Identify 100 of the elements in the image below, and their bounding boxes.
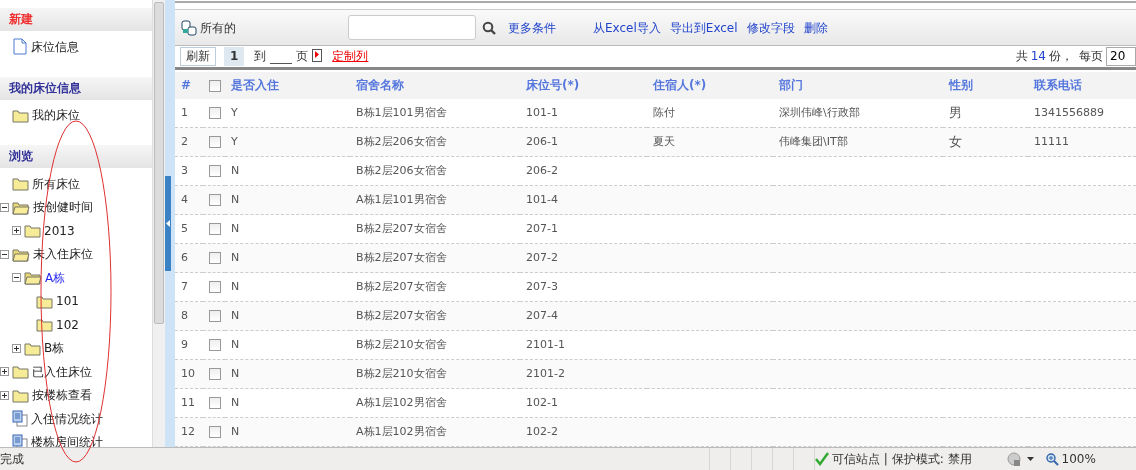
table-cell: B栋2层206女宿舍 [356, 134, 447, 148]
zoom-level[interactable]: 100% [1061, 450, 1096, 468]
section-header: 新建 [0, 8, 152, 31]
row-number: 1 [181, 105, 188, 119]
table-cell: 206-2 [526, 163, 558, 177]
table-cell: 207-2 [526, 250, 558, 264]
row-checkbox[interactable] [209, 338, 221, 351]
table-cell: 207-1 [526, 221, 558, 235]
total-count: 14 [1030, 48, 1046, 66]
go-icon[interactable] [312, 49, 323, 63]
zoom-icon [1045, 452, 1059, 466]
table-cell: N [231, 366, 240, 380]
view-label[interactable]: 所有的 [200, 18, 236, 37]
splitter-bar[interactable] [165, 0, 175, 447]
row-checkbox[interactable] [209, 280, 221, 293]
row-checkbox[interactable] [209, 164, 221, 177]
table-cell: Y [231, 134, 238, 148]
collapse-toggle[interactable] [0, 249, 9, 259]
toolbar-link[interactable]: 导出到Excel [669, 18, 738, 37]
expand-toggle[interactable] [12, 343, 21, 353]
row-checkbox[interactable] [209, 309, 221, 322]
tree-item[interactable]: 床位信息 [31, 37, 79, 56]
row-checkbox[interactable] [209, 193, 221, 206]
select-all-checkbox[interactable] [209, 79, 221, 92]
column-header[interactable]: 是否入住 [225, 71, 350, 99]
table-cell: B栋2层206女宿舍 [356, 163, 447, 177]
row-checkbox[interactable] [209, 135, 221, 148]
tree-item[interactable]: 已入住床位 [32, 362, 92, 381]
table-cell: N [231, 337, 240, 351]
scrollbar-thumb[interactable] [154, 2, 164, 324]
tree-item[interactable]: B栋 [44, 339, 65, 358]
table-cell: B栋2层207女宿舍 [356, 279, 447, 293]
row-checkbox[interactable] [209, 222, 221, 235]
toolbar-link[interactable]: 更多条件 [508, 18, 556, 37]
page-number[interactable]: 1 [224, 46, 245, 66]
row-checkbox[interactable] [209, 251, 221, 264]
toolbar-link[interactable]: 修改字段 [746, 18, 795, 37]
table-cell: Y [231, 105, 238, 119]
document-icon [12, 38, 28, 56]
table-cell: 2101-1 [526, 337, 565, 351]
customize-columns-link[interactable]: 定制列 [332, 47, 369, 66]
search-field[interactable] [348, 15, 476, 40]
table-cell: 2101-2 [526, 366, 565, 380]
row-checkbox[interactable] [209, 106, 221, 119]
row-number: 2 [181, 134, 188, 148]
table-cell: 102-2 [526, 424, 558, 438]
toolbar-link[interactable]: 删除 [803, 18, 828, 37]
tree-item[interactable]: 所有床位 [32, 174, 80, 193]
folder-icon [12, 364, 29, 380]
tree-item[interactable]: 按楼栋查看 [32, 386, 92, 405]
table-cell: 女 [949, 134, 962, 150]
row-checkbox[interactable] [209, 425, 221, 438]
column-header[interactable]: 性别 [943, 71, 1028, 99]
column-header[interactable]: 床位号(*) [520, 71, 647, 99]
tree-item[interactable]: 我的床位 [32, 106, 80, 125]
expand-toggle[interactable] [0, 367, 9, 377]
table-cell: 深圳伟峰\行政部 [779, 105, 860, 119]
row-number: 3 [181, 163, 188, 177]
expand-toggle[interactable] [12, 226, 21, 236]
total-unit: 份， [1049, 48, 1073, 66]
goto-label: 到 [254, 48, 267, 66]
column-header[interactable]: 部门 [773, 71, 943, 99]
security-zone-text: 可信站点 | 保护模式: 禁用 [832, 451, 972, 468]
tree-item[interactable]: 入住情况统计 [31, 409, 103, 428]
tree-item[interactable]: 按创健时间 [33, 198, 93, 217]
collapse-toggle[interactable] [12, 273, 21, 283]
section-header: 我的床位信息 [0, 76, 152, 100]
row-checkbox[interactable] [209, 396, 221, 409]
table-cell: 206-1 [526, 134, 558, 148]
table-cell: B栋2层207女宿舍 [356, 221, 447, 235]
refresh-button[interactable]: 刷新 [180, 46, 216, 66]
collapse-handle[interactable] [165, 176, 171, 271]
tree-item[interactable]: 102 [56, 315, 79, 334]
column-header[interactable]: 联系电话 [1028, 71, 1136, 99]
table-cell: N [231, 163, 240, 177]
report-icon [12, 410, 28, 428]
expand-toggle[interactable] [0, 390, 9, 400]
row-number: 8 [181, 308, 188, 322]
table-cell: B栋2层207女宿舍 [356, 308, 447, 322]
column-header[interactable]: # [175, 71, 203, 99]
table-cell: 夏天 [653, 134, 675, 148]
folder-icon [24, 223, 41, 239]
tree-item[interactable]: A栋 [45, 268, 66, 287]
table-cell: 101-4 [526, 192, 558, 206]
folder-icon [12, 176, 29, 192]
collapse-toggle[interactable] [0, 202, 9, 212]
per-page-field[interactable]: 20 [1106, 46, 1136, 66]
tree-item[interactable]: 101 [56, 292, 79, 311]
row-number: 12 [181, 424, 195, 438]
table-cell: A栋1层102男宿舍 [356, 424, 447, 438]
tree-item[interactable]: 2013 [44, 221, 75, 240]
toolbar-link[interactable]: 从Excel导入 [593, 18, 661, 37]
column-header[interactable]: 宿舍名称 [350, 71, 520, 99]
row-checkbox[interactable] [209, 367, 221, 380]
table-cell: B栋2层210女宿舍 [356, 337, 447, 351]
tree-item[interactable]: 未入住床位 [33, 245, 93, 264]
total-label: 共 [1015, 48, 1028, 66]
column-header[interactable]: 住宿人(*) [647, 71, 773, 99]
section-header: 浏览 [0, 145, 152, 168]
search-icon[interactable] [482, 20, 496, 35]
